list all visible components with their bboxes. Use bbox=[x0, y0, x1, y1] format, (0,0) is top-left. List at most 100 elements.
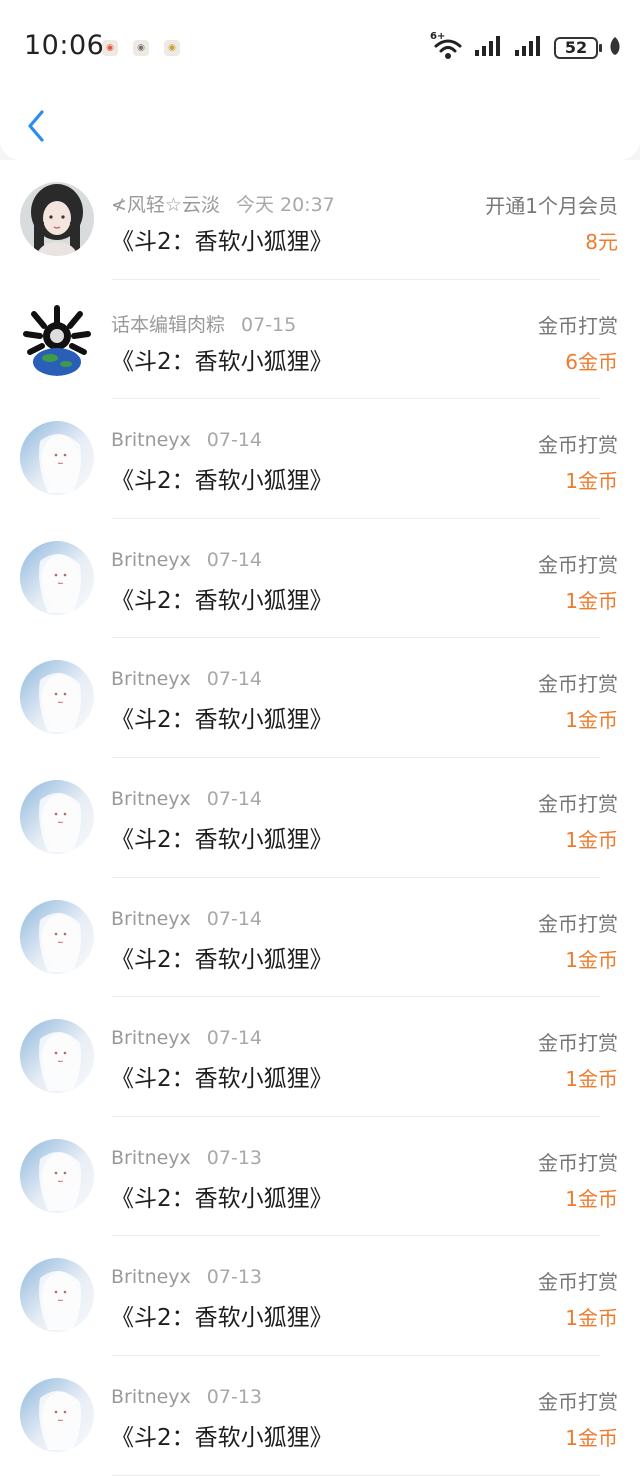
list-item[interactable]: Britneyx 07-14 《斗2：香软小狐狸》 金币打赏 1金币 bbox=[0, 877, 640, 998]
user-name: Britneyx bbox=[111, 1146, 191, 1169]
avatar[interactable] bbox=[20, 421, 94, 496]
reward-type: 金币打赏 bbox=[538, 672, 618, 697]
chevron-left-icon bbox=[28, 110, 44, 142]
list-item[interactable]: ≮风轻☆云淡 今天 20:37 《斗2：香软小狐狸》 开通1个月会员 8元 bbox=[0, 160, 640, 280]
item-date: 07-14 bbox=[206, 429, 263, 452]
avatar[interactable] bbox=[20, 301, 94, 376]
item-meta: Britneyx 07-14 bbox=[111, 788, 262, 810]
item-meta: ≮风轻☆云淡 今天 20:37 bbox=[111, 190, 335, 217]
item-date: 07-14 bbox=[206, 668, 263, 691]
list-item[interactable]: 话本编辑肉粽 07-15 《斗2：香软小狐狸》 金币打赏 6金币 bbox=[0, 279, 640, 400]
list-item[interactable]: Britneyx 07-13 《斗2：香软小狐狸》 金币打赏 1金币 bbox=[0, 1355, 640, 1476]
list-item[interactable]: Britneyx 07-14 《斗2：香软小狐狸》 金币打赏 1金币 bbox=[0, 757, 640, 878]
item-date: 07-14 bbox=[206, 1027, 263, 1050]
avatar[interactable] bbox=[20, 1019, 94, 1094]
item-meta: Britneyx 07-14 bbox=[111, 1027, 262, 1049]
back-button[interactable] bbox=[22, 106, 52, 146]
avatar[interactable] bbox=[20, 660, 94, 735]
reward-amount: 1金币 bbox=[565, 1067, 618, 1092]
avatar[interactable] bbox=[20, 1138, 94, 1213]
book-title: 《斗2：香软小狐狸》 bbox=[111, 229, 333, 255]
battery-icon: 52 bbox=[554, 37, 602, 59]
list-item[interactable]: Britneyx 07-14 《斗2：香软小狐狸》 金币打赏 1金币 bbox=[0, 638, 640, 758]
avatar[interactable] bbox=[20, 1377, 94, 1452]
reward-amount: 6金币 bbox=[565, 349, 618, 374]
item-date: 07-15 bbox=[241, 313, 297, 336]
list-item[interactable]: Britneyx 07-13 《斗2：香软小狐狸》 金币打赏 1金币 bbox=[0, 1236, 640, 1356]
user-name: Britneyx bbox=[111, 1266, 191, 1289]
list-item[interactable]: Britneyx 07-14 《斗2：香软小狐狸》 金币打赏 1金币 bbox=[0, 399, 640, 519]
book-title: 《斗2：香软小狐狸》 bbox=[111, 1305, 333, 1332]
system-icons: 6+ 52 bbox=[430, 31, 622, 62]
book-title: 《斗2：香软小狐狸》 bbox=[111, 587, 333, 614]
item-meta: Britneyx 07-14 bbox=[111, 429, 262, 451]
item-date: 07-14 bbox=[206, 907, 263, 930]
reward-amount: 1金币 bbox=[565, 708, 618, 733]
reward-type: 金币打赏 bbox=[538, 1270, 618, 1295]
avatar[interactable] bbox=[20, 779, 94, 854]
user-name: Britneyx bbox=[111, 1385, 191, 1408]
reward-type: 金币打赏 bbox=[538, 791, 618, 816]
user-name: Britneyx bbox=[111, 429, 191, 452]
item-date: 07-13 bbox=[206, 1146, 263, 1169]
item-date: 07-14 bbox=[206, 787, 263, 810]
status-time: 10:06 bbox=[24, 30, 105, 61]
reward-amount: 1金币 bbox=[565, 947, 618, 972]
book-title: 《斗2：香软小狐狸》 bbox=[111, 1066, 333, 1093]
list-item[interactable]: Britneyx 07-14 《斗2：香软小狐狸》 金币打赏 1金币 bbox=[0, 997, 640, 1117]
avatar[interactable] bbox=[20, 182, 94, 256]
reward-type: 金币打赏 bbox=[538, 1389, 618, 1414]
avatar[interactable] bbox=[20, 1258, 94, 1333]
reward-type: 金币打赏 bbox=[538, 1150, 618, 1175]
avatar[interactable] bbox=[20, 899, 94, 974]
item-date: 今天 20:37 bbox=[235, 194, 335, 216]
book-title: 《斗2：香软小狐狸》 bbox=[111, 468, 333, 495]
reward-amount: 1金币 bbox=[565, 469, 618, 494]
user-name: Britneyx bbox=[111, 668, 191, 691]
notification-app-icon: ◉ bbox=[164, 40, 180, 56]
notification-app-icon: ◉ bbox=[133, 40, 149, 56]
user-name: Britneyx bbox=[111, 907, 191, 930]
reward-amount: 1金币 bbox=[565, 827, 618, 852]
list-item[interactable]: Britneyx 07-13 《斗2：香软小狐狸》 金币打赏 1金币 bbox=[0, 1116, 640, 1237]
avatar[interactable] bbox=[20, 540, 94, 615]
reward-type: 金币打赏 bbox=[538, 313, 618, 338]
item-meta: Britneyx 07-14 bbox=[111, 908, 262, 930]
user-name: 话本编辑肉粽 bbox=[111, 313, 226, 336]
item-meta: Britneyx 07-13 bbox=[111, 1266, 262, 1288]
book-title: 《斗2：香软小狐狸》 bbox=[111, 946, 333, 973]
reward-record-list: ≮风轻☆云淡 今天 20:37 《斗2：香软小狐狸》 开通1个月会员 8元话本编辑肉粽 0… bbox=[0, 160, 640, 1476]
reward-amount: 1金币 bbox=[565, 1425, 618, 1450]
user-name: Britneyx bbox=[111, 1027, 191, 1050]
item-meta: Britneyx 07-14 bbox=[111, 668, 262, 690]
item-meta: Britneyx 07-13 bbox=[111, 1147, 262, 1169]
notification-app-icon: ◉ bbox=[102, 40, 118, 56]
item-meta: Britneyx 07-13 bbox=[111, 1386, 262, 1408]
reward-amount: 1金币 bbox=[565, 1306, 618, 1331]
item-meta: 话本编辑肉粽 07-15 bbox=[111, 310, 296, 337]
reward-amount: 8元 bbox=[585, 230, 618, 254]
reward-type: 金币打赏 bbox=[538, 911, 618, 936]
signal-icon bbox=[474, 34, 504, 62]
user-name: Britneyx bbox=[111, 787, 191, 810]
book-title: 《斗2：香软小狐狸》 bbox=[111, 707, 333, 734]
signal-icon bbox=[514, 34, 544, 62]
top-header: 10:06 ◉ ◉ ◉ 6+ 52 bbox=[0, 0, 640, 160]
reward-type: 金币打赏 bbox=[538, 552, 618, 577]
reward-type: 开通1个月会员 bbox=[485, 194, 618, 218]
item-date: 07-13 bbox=[206, 1266, 263, 1289]
divider bbox=[112, 1474, 600, 1476]
book-title: 《斗2：香软小狐狸》 bbox=[111, 348, 333, 375]
reward-type: 金币打赏 bbox=[538, 433, 618, 458]
item-date: 07-13 bbox=[206, 1385, 263, 1408]
wifi-icon: 6+ bbox=[430, 31, 464, 61]
reward-type: 金币打赏 bbox=[538, 1031, 618, 1056]
list-item[interactable]: Britneyx 07-14 《斗2：香软小狐狸》 金币打赏 1金币 bbox=[0, 518, 640, 639]
reward-amount: 1金币 bbox=[565, 588, 618, 613]
network-tag: 6+ bbox=[430, 31, 446, 42]
leaf-icon bbox=[608, 35, 622, 61]
user-name: Britneyx bbox=[111, 548, 191, 571]
user-name: ≮风轻☆云淡 bbox=[111, 194, 220, 216]
book-title: 《斗2：香软小狐狸》 bbox=[111, 826, 333, 853]
reward-amount: 1金币 bbox=[565, 1186, 618, 1211]
